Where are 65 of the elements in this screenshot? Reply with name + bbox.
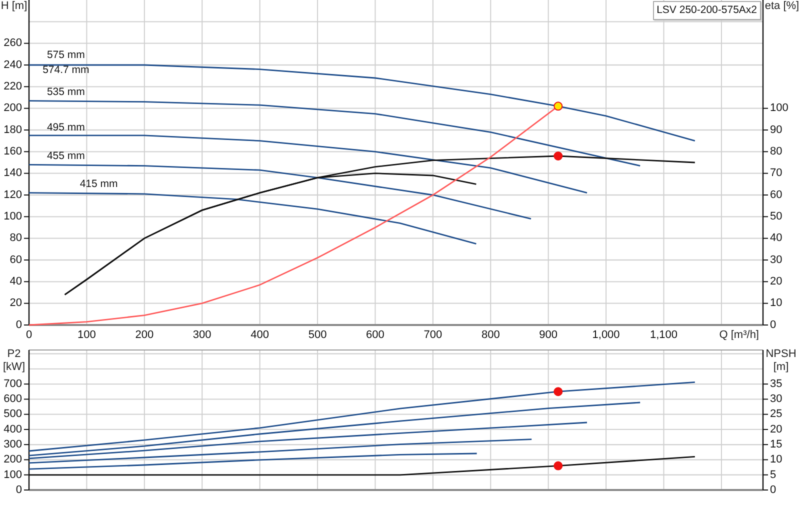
axis-tick-label: 5 (770, 468, 776, 481)
axis-tick-label: 25 (770, 408, 782, 420)
axis-tick-label: 70 (770, 167, 782, 180)
curve-label: 575 mm (46, 49, 85, 62)
axis-tick-label: 500 (4, 408, 22, 420)
axis-tick-label: 30 (770, 254, 782, 266)
axis-tick-label: 100 (4, 468, 22, 481)
axis-tick-label: 300 (4, 438, 22, 450)
axis-tick-label: 0 (26, 328, 32, 340)
axis-title: Q [m³/h] (719, 328, 759, 340)
axis-title: eta [%] (764, 0, 800, 13)
axis-tick-label: 0 (16, 318, 22, 331)
axis-tick-label: 900 (539, 328, 558, 340)
axis-title: P2 [kW] (2, 348, 26, 374)
axis-tick-label: 40 (770, 232, 782, 244)
axis-tick-label: 10 (770, 454, 782, 466)
axis-tick-label: 30 (770, 393, 782, 406)
axis-tick-label: 800 (481, 328, 500, 340)
axis-tick-label: 200 (135, 328, 154, 340)
axis-tick-label: 80 (770, 146, 782, 158)
axis-tick-label: 1,100 (650, 328, 678, 340)
axis-tick-label: 40 (10, 276, 22, 288)
axis-tick-label: 50 (770, 210, 782, 223)
axis-tick-label: 240 (4, 58, 22, 71)
axis-tick-label: 100 (770, 102, 788, 114)
axis-tick-label: 140 (4, 167, 22, 180)
axis-tick-label: 60 (10, 254, 22, 266)
axis-tick-label: 0 (770, 484, 776, 496)
axis-tick-label: 35 (770, 378, 782, 390)
axis-tick-label: 100 (78, 328, 96, 340)
curve-label: 535 mm (46, 86, 85, 98)
axis-title: NPSH [m] (764, 348, 798, 374)
axis-tick-label: 10 (770, 297, 782, 310)
axis-tick-label: 600 (366, 328, 384, 340)
curve-label: 415 mm (80, 178, 118, 190)
axis-tick-label: 1,000 (592, 328, 620, 340)
curve-label: 455 mm (46, 150, 85, 162)
axis-tick-label: 700 (4, 378, 22, 390)
axis-tick-label: 120 (4, 188, 22, 201)
axis-tick-label: 500 (308, 328, 327, 340)
curve-label: 495 mm (46, 122, 85, 134)
axis-tick-label: 80 (10, 232, 22, 244)
legend-box: LSV 250-200-575Ax2 (652, 1, 761, 20)
axis-tick-label: 0 (16, 484, 22, 496)
axis-tick-label: 700 (424, 328, 442, 340)
axis-tick-label: 0 (770, 318, 776, 331)
axis-tick-label: 600 (4, 393, 22, 406)
axis-tick-label: 20 (10, 297, 22, 310)
axis-tick-label: 20 (770, 276, 782, 288)
axis-tick-label: 90 (770, 124, 782, 136)
axis-tick-label: 260 (4, 37, 22, 50)
axis-tick-label: 15 (770, 438, 782, 450)
axis-tick-label: 400 (250, 328, 269, 340)
axis-tick-label: 20 (770, 423, 782, 436)
axis-tick-label: 200 (4, 454, 22, 466)
axis-tick-label: 300 (192, 328, 212, 340)
axis-tick-label: 220 (4, 80, 22, 93)
axis-title: H [m] (0, 0, 28, 13)
axis-tick-label: 180 (4, 124, 22, 136)
axis-tick-label: 200 (4, 102, 22, 114)
axis-tick-label: 100 (4, 210, 22, 223)
axis-tick-label: 160 (4, 146, 22, 158)
axis-tick-label: 60 (770, 188, 782, 201)
axis-tick-label: 400 (4, 423, 22, 436)
curve-label: 574.7 mm (42, 64, 90, 76)
